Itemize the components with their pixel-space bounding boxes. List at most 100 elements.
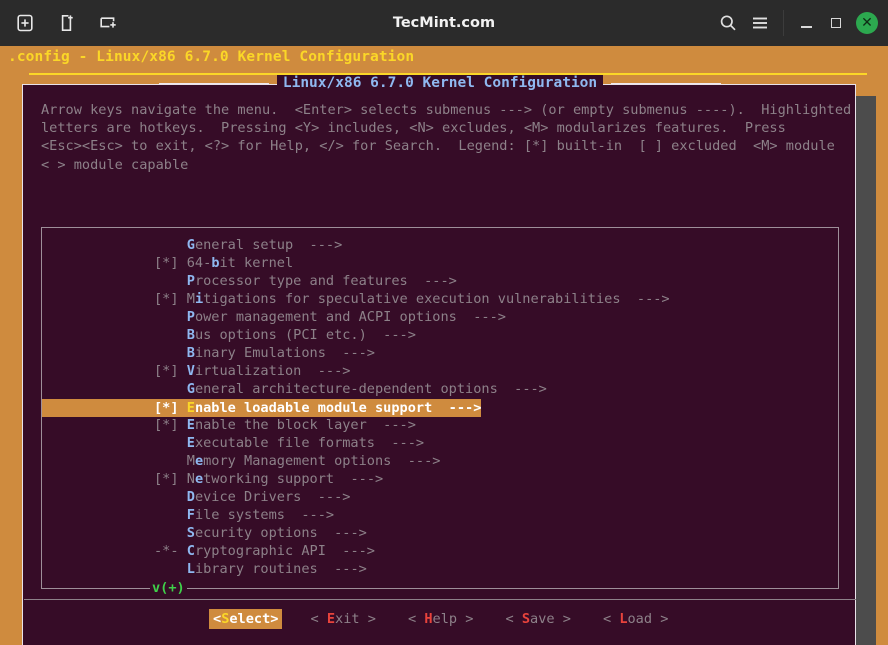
maximize-icon[interactable] <box>822 9 850 37</box>
new-terminal-icon[interactable] <box>98 12 120 34</box>
menu-item-hotkey: e <box>194 471 204 487</box>
menu-item[interactable]: General setup ---> <box>42 236 840 254</box>
submenu-arrow: ---> <box>456 309 506 325</box>
dialog-button[interactable]: <Select> <box>209 609 283 629</box>
menu-item-mark: [*] <box>154 255 187 271</box>
menu-item-mark <box>154 327 187 343</box>
menu-item-label: eneral setup <box>194 237 294 253</box>
submenu-arrow: ---> <box>391 453 441 469</box>
menu-item[interactable]: Device Drivers ---> <box>42 488 840 506</box>
dialog-title-row: Linux/x86 6.7.0 Kernel Configuration <box>23 75 857 91</box>
submenu-arrow: ---> <box>620 291 670 307</box>
menu-item-mark <box>154 345 187 361</box>
menu-item-label: it kernel <box>219 255 294 271</box>
menu-item-label: rocessor type and features <box>194 273 408 289</box>
menu-item[interactable]: General architecture-dependent options -… <box>42 380 840 398</box>
button-bracket-left: < <box>310 611 327 627</box>
menu-item-hotkey: V <box>186 363 195 379</box>
menu-item-label: M <box>186 453 195 469</box>
menu-item[interactable]: Executable file formats ---> <box>42 434 840 452</box>
config-header-line: .config - Linux/x86 6.7.0 Kernel Configu… <box>8 49 415 65</box>
menu-item[interactable]: Power management and ACPI options ---> <box>42 308 840 326</box>
submenu-arrow: ---> <box>325 543 375 559</box>
menu-item-label: tworking support <box>203 471 335 487</box>
hamburger-menu-icon[interactable] <box>745 8 775 38</box>
dialog-button[interactable]: < Exit > <box>310 609 375 629</box>
menu-item-label: nable loadable module support <box>194 400 433 416</box>
menu-item[interactable]: Binary Emulations ---> <box>42 344 840 362</box>
menu-item-label: evice Drivers <box>194 489 302 505</box>
menu-item[interactable]: [*] 64-bit kernel <box>42 254 840 272</box>
submenu-arrow: ---> <box>375 435 425 451</box>
titlebar-left-actions <box>0 12 120 34</box>
menu-item-label: nable the block layer <box>194 417 367 433</box>
dialog-title-rule-right <box>611 82 722 84</box>
menu-item-hotkey: E <box>186 400 195 416</box>
menu-item[interactable]: Processor type and features ---> <box>42 272 840 290</box>
menu-item-label: 64- <box>186 255 212 271</box>
new-window-icon[interactable] <box>56 12 78 34</box>
menu-item-hotkey: i <box>194 291 204 307</box>
minimize-icon[interactable] <box>792 9 820 37</box>
titlebar-divider <box>783 10 784 36</box>
menu-item-label: inary Emulations <box>194 345 326 361</box>
button-bracket-left: < <box>407 611 425 627</box>
menu-item-label: ile systems <box>194 507 285 523</box>
menu-item-hotkey: F <box>186 507 195 523</box>
menu-item-hotkey: P <box>186 309 195 325</box>
menu-item-label: ibrary routines <box>194 561 318 577</box>
menu-item-mark <box>154 489 187 505</box>
terminal-window: TecMint.com ✕ .config - Linux/x86 6.7.0 … <box>0 0 888 645</box>
menu-item[interactable]: [*] Enable loadable module support ---> <box>42 399 482 417</box>
submenu-arrow: ---> <box>366 327 416 343</box>
terminal-content: .config - Linux/x86 6.7.0 Kernel Configu… <box>0 46 888 645</box>
dialog-button[interactable]: < Save > <box>505 609 570 629</box>
menu-item[interactable]: [*] Enable the block layer ---> <box>42 416 840 434</box>
button-bracket-left: < <box>505 611 522 627</box>
menu-item-mark: [*] <box>154 417 187 433</box>
menu-item-mark <box>154 309 187 325</box>
submenu-arrow: ---> <box>293 237 343 253</box>
menu-item-label: ryptographic API <box>194 543 326 559</box>
button-hotkey: S <box>521 611 531 627</box>
dialog-button[interactable]: < Load > <box>603 609 668 629</box>
menu-item-hotkey: L <box>186 561 195 577</box>
menu-item-hotkey: e <box>194 453 204 469</box>
submenu-arrow: ---> <box>334 471 384 487</box>
menu-item[interactable]: [*] Networking support ---> <box>42 470 840 488</box>
menu-item-mark <box>154 453 187 469</box>
button-label: ave > <box>530 611 571 627</box>
menu-item-mark <box>154 561 187 577</box>
submenu-arrow: ---> <box>284 507 335 523</box>
scroll-down-indicator: v(+) <box>150 580 187 596</box>
button-hotkey: E <box>326 611 336 627</box>
menu-item[interactable]: Security options ---> <box>42 524 840 542</box>
menu-item-hotkey: E <box>186 435 195 451</box>
menu-item[interactable]: Bus options (PCI etc.) ---> <box>42 326 840 344</box>
menu-item-label: ower management and ACPI options <box>194 309 457 325</box>
button-label: xit > <box>335 611 376 627</box>
menu-item[interactable]: [*] Virtualization ---> <box>42 362 840 380</box>
menu-list[interactable]: General setup ---> [*] 64-bit kernel Proc… <box>42 236 840 578</box>
search-icon[interactable] <box>713 8 743 38</box>
menu-item[interactable]: File systems ---> <box>42 506 840 524</box>
menu-item[interactable]: -*- Cryptographic API ---> <box>42 542 840 560</box>
submenu-arrow: ---> <box>317 525 367 541</box>
menu-item-hotkey: S <box>186 525 195 541</box>
new-tab-icon[interactable] <box>14 12 36 34</box>
menu-item-hotkey: G <box>186 237 195 253</box>
button-bar-separator <box>24 599 856 600</box>
button-hotkey: H <box>424 611 433 627</box>
dialog-button[interactable]: < Help > <box>408 609 473 629</box>
menu-item-label: us options (PCI etc.) <box>194 327 367 343</box>
menu-box: General setup ---> [*] 64-bit kernel Proc… <box>41 227 840 596</box>
close-icon[interactable]: ✕ <box>856 12 878 34</box>
menu-item-label: eneral architecture-dependent options <box>194 381 498 397</box>
button-bracket-left: < <box>213 611 222 627</box>
menu-item-mark: [*] <box>154 363 187 379</box>
menu-item[interactable]: Library routines ---> <box>42 560 840 578</box>
menu-item-hotkey: E <box>186 417 195 433</box>
menu-item[interactable]: [*] Mitigations for speculative executio… <box>42 290 840 308</box>
menu-item[interactable]: Memory Management options ---> <box>42 452 840 470</box>
submenu-arrow: ---> <box>366 417 416 433</box>
